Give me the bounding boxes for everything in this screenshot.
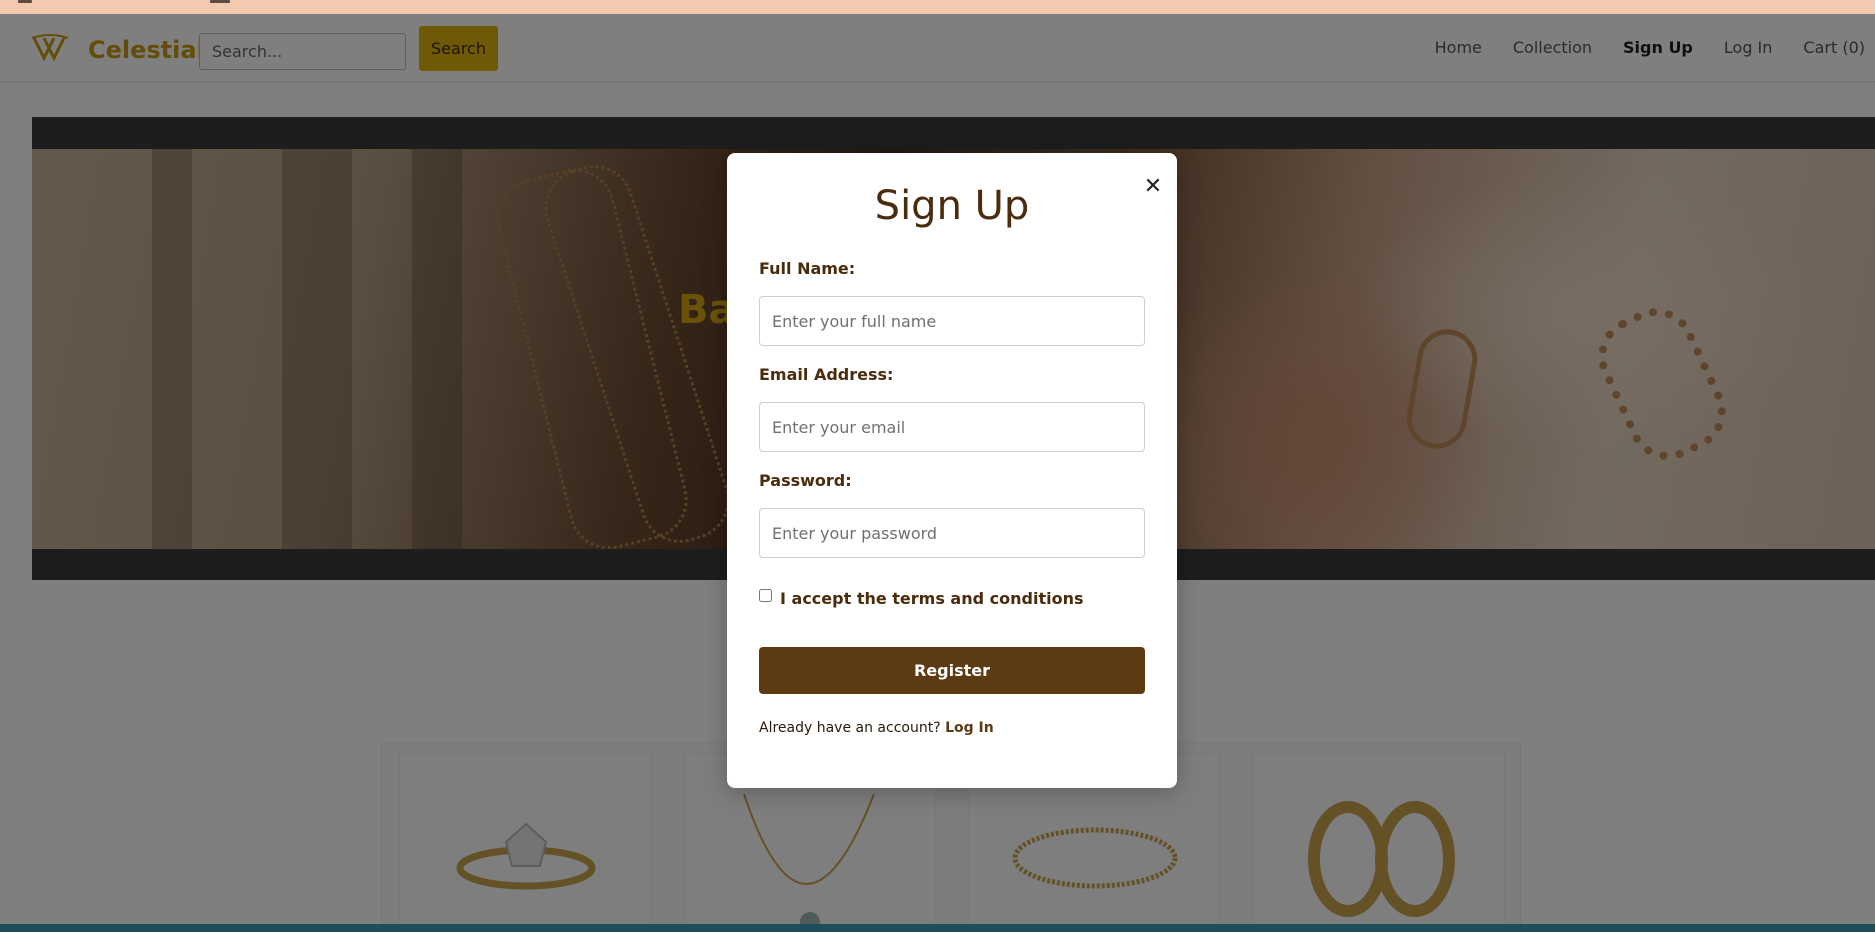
browser-tab-fragment: [18, 0, 32, 3]
account-prompt: Already have an account?: [759, 720, 941, 736]
password-field[interactable]: [759, 508, 1145, 558]
sign-up-modal: ✕ Sign Up Full Name: Email Address: Pass…: [727, 153, 1177, 788]
full-name-label: Full Name:: [759, 259, 856, 278]
email-field[interactable]: [759, 402, 1145, 452]
terms-checkbox[interactable]: [759, 589, 772, 602]
register-button[interactable]: Register: [759, 647, 1145, 694]
terms-row: I accept the terms and conditions: [759, 589, 1083, 608]
terms-label[interactable]: I accept the terms and conditions: [780, 589, 1083, 608]
modal-title: Sign Up: [874, 183, 1030, 229]
browser-tab-fragment: [210, 0, 230, 3]
browser-top-strip: [0, 0, 1875, 14]
email-label: Email Address:: [759, 365, 894, 384]
account-prompt-row: Already have an account? Log In: [759, 720, 994, 736]
bottom-strip: [0, 924, 1875, 932]
login-link[interactable]: Log In: [945, 720, 994, 736]
full-name-field[interactable]: [759, 296, 1145, 346]
password-label: Password:: [759, 471, 852, 490]
